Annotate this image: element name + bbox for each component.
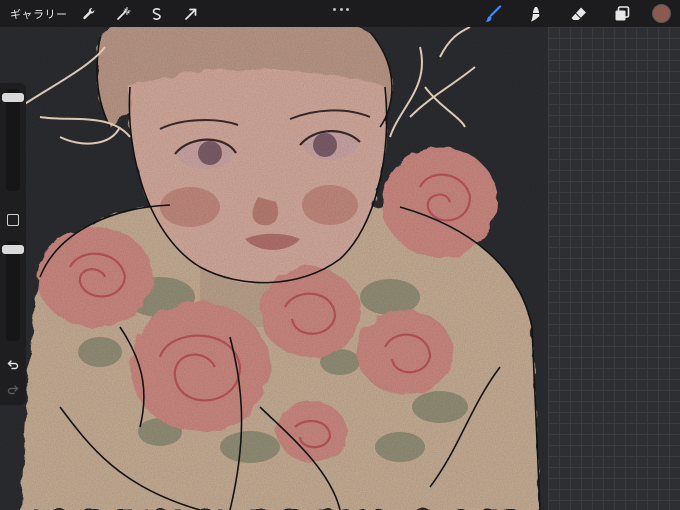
gallery-button[interactable]: ギャラリー (10, 6, 68, 22)
brush-size-handle[interactable] (2, 93, 24, 102)
smudge-icon[interactable] (524, 2, 548, 26)
canvas-grid-area (548, 27, 680, 510)
layers-icon[interactable] (610, 2, 634, 26)
brush-size-slider[interactable] (2, 89, 24, 191)
eraser-icon[interactable] (567, 2, 591, 26)
redo-icon[interactable] (6, 383, 20, 397)
undo-icon[interactable] (6, 358, 20, 372)
right-toolbar (462, 0, 680, 27)
opacity-handle[interactable] (2, 245, 24, 254)
color-swatch[interactable] (652, 4, 671, 23)
magic-wand-icon[interactable] (112, 3, 134, 25)
wrench-icon[interactable] (78, 3, 100, 25)
brush-icon[interactable] (481, 2, 505, 26)
transform-arrow-icon[interactable] (180, 3, 202, 25)
artwork-illustration (0, 27, 548, 510)
more-options-icon[interactable] (333, 5, 349, 13)
side-toolbar (0, 83, 26, 405)
modify-square-icon[interactable] (7, 214, 19, 226)
opacity-slider[interactable] (2, 241, 24, 341)
top-toolbar: ギャラリー (0, 0, 680, 27)
drawing-canvas[interactable] (0, 27, 548, 510)
selection-icon[interactable] (146, 3, 168, 25)
